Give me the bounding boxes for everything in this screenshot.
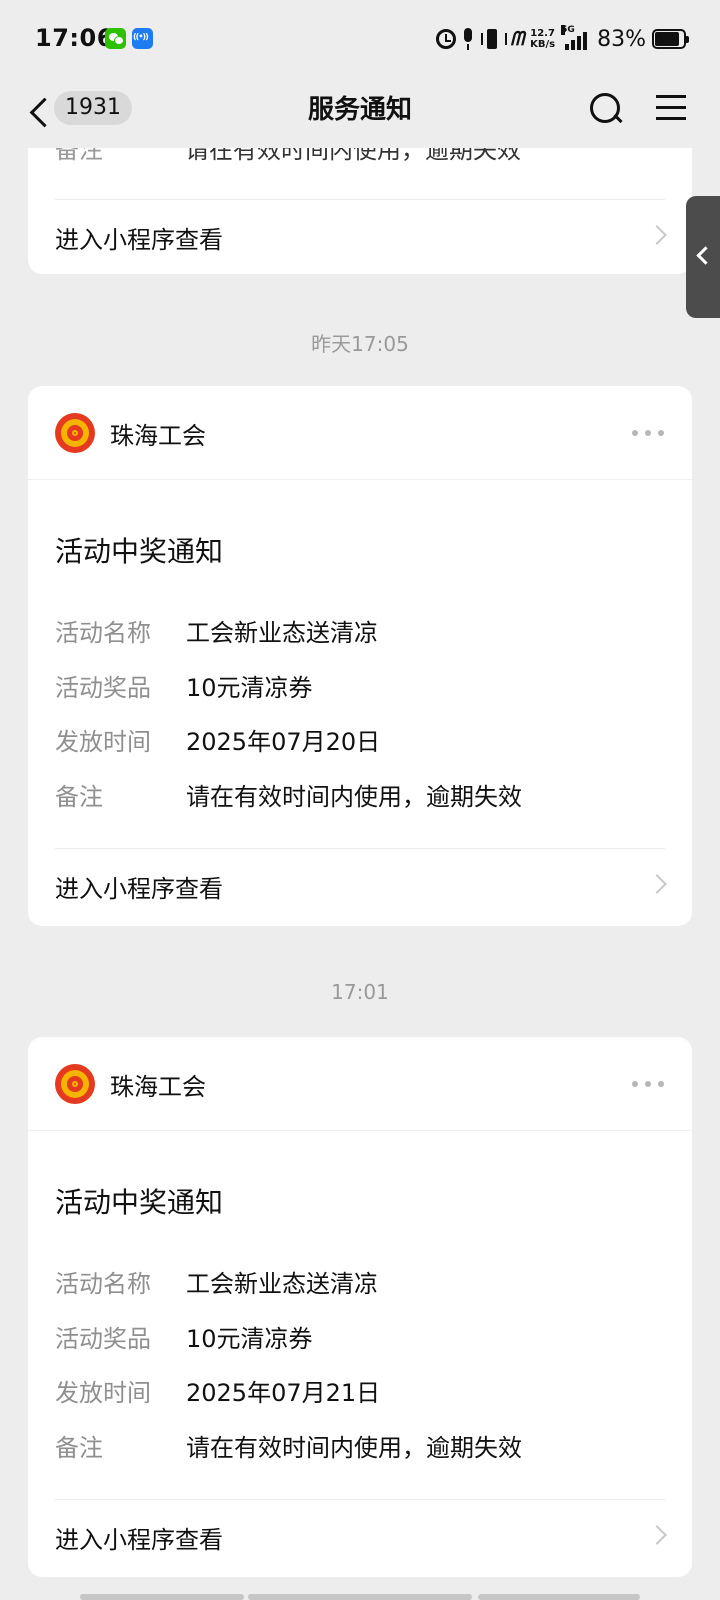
more-options-icon[interactable]	[632, 426, 666, 440]
field-label: 备注	[55, 783, 103, 811]
battery-icon	[652, 29, 689, 49]
card-header: 珠海工会	[28, 1037, 692, 1131]
message-timestamp: 17:01	[331, 980, 389, 1004]
union-logo-icon	[55, 413, 95, 453]
notice-title: 活动中奖通知	[55, 535, 224, 568]
chevron-right-icon	[647, 874, 667, 894]
gesture-bar-segment	[248, 1594, 472, 1600]
field-label: 活动奖品	[55, 674, 151, 702]
link-label: 进入小程序查看	[55, 226, 223, 254]
signal-label: 5G	[561, 25, 575, 35]
card-header: 珠海工会	[28, 386, 692, 480]
status-bar: 17:06 ᗰ 12.7 KB/s 5G 83%	[0, 0, 720, 78]
gesture-bar-segment	[478, 1594, 640, 1600]
open-miniprogram-link[interactable]: 进入小程序查看	[28, 849, 692, 923]
field-value: 请在有效时间内使用，逾期失效	[186, 1434, 522, 1462]
link-label: 进入小程序查看	[55, 1526, 223, 1554]
message-timestamp: 昨天17:05	[311, 332, 409, 356]
union-logo-icon	[55, 1064, 95, 1104]
field-label: 备注	[55, 1434, 103, 1462]
mic-icon	[462, 28, 474, 50]
menu-icon[interactable]	[654, 91, 690, 125]
more-options-icon[interactable]	[632, 1077, 666, 1091]
network-speed-unit: KB/s	[530, 39, 556, 50]
link-label: 进入小程序查看	[55, 875, 223, 903]
side-panel-tab[interactable]	[686, 196, 720, 318]
field-value: 10元清凉券	[186, 1325, 313, 1353]
field-value: 工会新业态送清凉	[186, 619, 378, 647]
field-value: 10元清凉券	[186, 674, 313, 702]
vibrate-icon	[480, 28, 508, 50]
field-label: 活动奖品	[55, 1325, 151, 1353]
field-label: 发放时间	[55, 728, 151, 756]
field-label: 发放时间	[55, 1379, 151, 1407]
field-value: 2025年07月21日	[186, 1379, 381, 1407]
chevron-right-icon	[647, 1525, 667, 1545]
alarm-icon	[436, 29, 457, 49]
hd-icon: ᗰ	[510, 28, 525, 50]
field-value: 2025年07月20日	[186, 728, 381, 756]
nav-bar: 1931 服务通知	[0, 78, 720, 148]
open-miniprogram-link[interactable]: 进入小程序查看	[28, 200, 692, 274]
sender-name: 珠海工会	[110, 1073, 206, 1101]
chevron-right-icon	[647, 225, 667, 245]
status-time: 17:06	[35, 24, 114, 52]
network-speed: 12.7 KB/s	[530, 28, 555, 50]
network-speed-value: 12.7	[530, 28, 555, 39]
nfc-icon	[132, 28, 153, 49]
field-value: 请在有效时间内使用，逾期失效	[186, 783, 522, 811]
wechat-icon	[105, 28, 126, 49]
gesture-bar-segment	[80, 1594, 244, 1600]
message-card: 珠海工会 活动中奖通知 活动名称 工会新业态送清凉 活动奖品 10元清凉券 发放…	[28, 1037, 692, 1577]
signal-icon: 5G	[561, 25, 591, 50]
sender-name: 珠海工会	[110, 422, 206, 450]
status-icons: ᗰ 12.7 KB/s 5G 83%	[436, 22, 689, 56]
field-value: 工会新业态送清凉	[186, 1270, 378, 1298]
field-label: 活动名称	[55, 1270, 151, 1298]
message-card: 珠海工会 活动中奖通知 活动名称 工会新业态送清凉 活动奖品 10元清凉券 发放…	[28, 386, 692, 926]
field-label: 活动名称	[55, 619, 151, 647]
search-icon[interactable]	[586, 89, 626, 129]
battery-percent: 83%	[597, 26, 646, 52]
notice-title: 活动中奖通知	[55, 1186, 224, 1219]
open-miniprogram-link[interactable]: 进入小程序查看	[28, 1500, 692, 1574]
